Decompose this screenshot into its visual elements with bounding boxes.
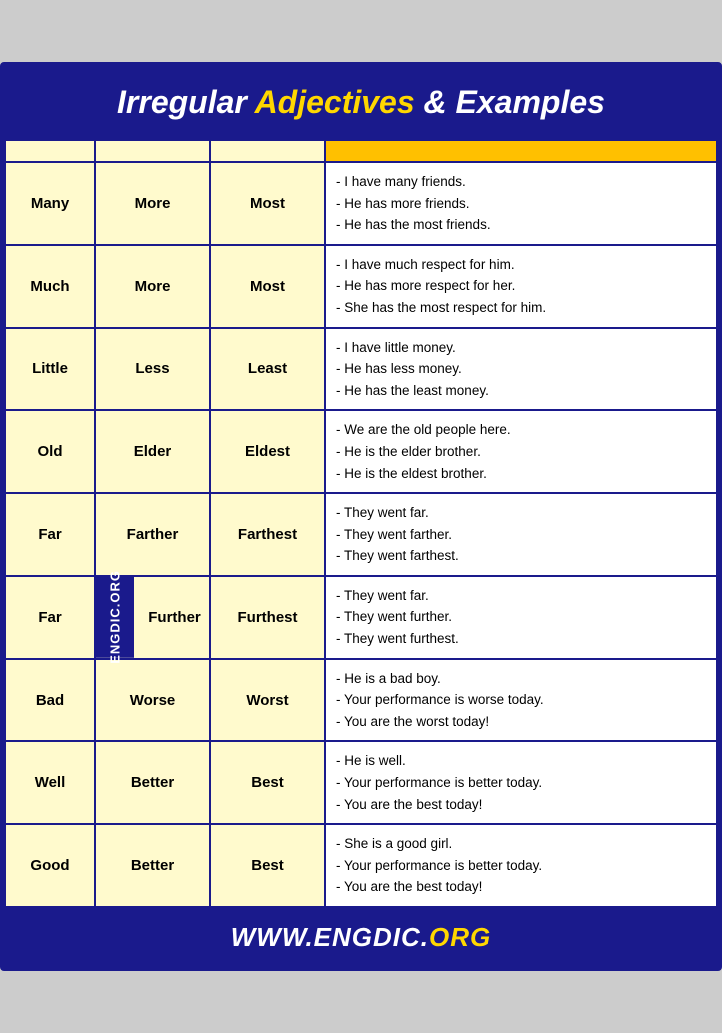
cell-positive: Far [5, 493, 95, 576]
cell-superlative: Worst [210, 659, 325, 742]
example-line: - He has the least money. [336, 383, 489, 398]
cell-positive: Well [5, 741, 95, 824]
example-line: - Your performance is worse today. [336, 692, 544, 707]
example-line: - He is well. [336, 753, 406, 768]
cell-examples: - I have many friends. - He has more frie… [325, 162, 717, 245]
example-line: - He is a bad boy. [336, 671, 441, 686]
cell-comparative: More [95, 245, 210, 328]
cell-examples: - I have little money. - He has less mone… [325, 328, 717, 411]
cell-positive: Much [5, 245, 95, 328]
table-row: ManyMoreMost - I have many friends. - He h… [5, 162, 717, 245]
table-row: MuchMoreMost- I have much respect for hi… [5, 245, 717, 328]
watermark: ENGDIC.ORG [96, 577, 134, 658]
card: Irregular Adjectives & Examples ManyMore… [0, 62, 722, 971]
cell-examples: - They went far. - They went farther. - Th… [325, 493, 717, 576]
cell-positive: Bad [5, 659, 95, 742]
table-row: WellBetterBest - He is well. - Your perfor… [5, 741, 717, 824]
example-line: - He has more friends. [336, 196, 470, 211]
cell-superlative: Farthest [210, 493, 325, 576]
cell-positive: Far [5, 576, 95, 659]
example-line: - They went farthest. [336, 548, 459, 563]
header-examples [325, 140, 717, 162]
footer-bar: WWW.ENGDIC.ORG [4, 908, 718, 967]
cell-comparative: Worse [95, 659, 210, 742]
example-line: - They went farther. [336, 527, 452, 542]
example-line: - You are the best today! [336, 879, 482, 894]
example-line: - We are the old people here. [336, 422, 511, 437]
example-line: - Your performance is better today. [336, 858, 542, 873]
footer-text: WWW.ENGDIC.ORG [231, 922, 492, 952]
table-row: GoodBetterBest - She is a good girl. - You… [5, 824, 717, 907]
example-line: - She has the most respect for him. [336, 300, 546, 315]
example-line: - He is the elder brother. [336, 444, 481, 459]
cell-superlative: Least [210, 328, 325, 411]
header-superlative [210, 140, 325, 162]
cell-comparative: More [95, 162, 210, 245]
example-line: - I have much respect for him. [336, 257, 515, 272]
example-line: - He has less money. [336, 361, 462, 376]
table-header-row [5, 140, 717, 162]
title-bar: Irregular Adjectives & Examples [4, 66, 718, 139]
cell-examples: - She is a good girl. - Your performance … [325, 824, 717, 907]
cell-comparative: Elder [95, 410, 210, 493]
cell-comparative: Better [95, 824, 210, 907]
example-line: - You are the worst today! [336, 714, 489, 729]
table-row: LittleLessLeast - I have little money. - H… [5, 328, 717, 411]
cell-positive: Old [5, 410, 95, 493]
header-comparative [95, 140, 210, 162]
cell-superlative: Eldest [210, 410, 325, 493]
example-line: - He is the eldest brother. [336, 466, 487, 481]
table-row: OldElderEldest- We are the old people he… [5, 410, 717, 493]
table-row: BadWorseWorst - He is a bad boy. - Your pe… [5, 659, 717, 742]
cell-comparative: Farther [95, 493, 210, 576]
title-adjectives: Adjectives [255, 84, 415, 120]
cell-examples: - We are the old people here. - He is the… [325, 410, 717, 493]
cell-superlative: Furthest [210, 576, 325, 659]
cell-examples: - He is well. - Your performance is bette… [325, 741, 717, 824]
example-line: - They went further. [336, 609, 452, 624]
cell-examples: - He is a bad boy. - Your performance is … [325, 659, 717, 742]
example-line: - You are the best today! [336, 797, 482, 812]
header-positive [5, 140, 95, 162]
table-row: FarFartherFarthest- They went far.- They… [5, 493, 717, 576]
cell-positive: Good [5, 824, 95, 907]
cell-positive: Many [5, 162, 95, 245]
footer-org: ORG [429, 922, 491, 952]
cell-superlative: Most [210, 245, 325, 328]
cell-positive: Little [5, 328, 95, 411]
example-line: - I have many friends. [336, 174, 466, 189]
table-row: FarENGDIC.ORGFurtherFurthest- They went … [5, 576, 717, 659]
example-line: - He has more respect for her. [336, 278, 515, 293]
example-line: - They went far. [336, 588, 429, 603]
cell-superlative: Best [210, 824, 325, 907]
cell-examples: - They went far. - They went further. - Th… [325, 576, 717, 659]
title-part1: Irregular [117, 84, 255, 120]
example-line: - They went far. [336, 505, 429, 520]
footer-www: WWW.ENGDIC. [231, 922, 429, 952]
example-line: - Your performance is better today. [336, 775, 542, 790]
cell-superlative: Best [210, 741, 325, 824]
title-part3: & Examples [415, 84, 605, 120]
example-line: - I have little money. [336, 340, 456, 355]
cell-comparative: ENGDIC.ORGFurther [95, 576, 210, 659]
cell-comparative: Better [95, 741, 210, 824]
adjectives-table: ManyMoreMost - I have many friends. - He h… [4, 139, 718, 908]
cell-examples: - I have much respect for him. - He has m… [325, 245, 717, 328]
cell-superlative: Most [210, 162, 325, 245]
example-line: - They went furthest. [336, 631, 459, 646]
example-line: - She is a good girl. [336, 836, 452, 851]
example-line: - He has the most friends. [336, 217, 491, 232]
cell-comparative: Less [95, 328, 210, 411]
page-title: Irregular Adjectives & Examples [20, 84, 702, 121]
